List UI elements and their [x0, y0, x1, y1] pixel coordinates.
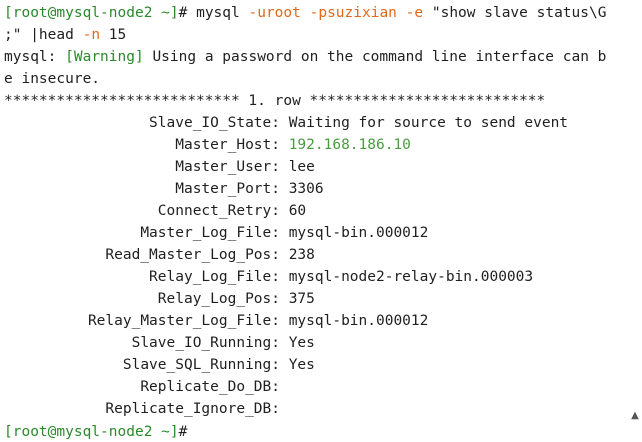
status-row: Connect_Retry: 60 — [4, 200, 628, 222]
terminal-output: [root@mysql-node2 ~]# mysql -uroot -psuz… — [4, 2, 628, 442]
warning-text: Using a password on the command line int… — [152, 49, 607, 65]
status-key: Replicate_Do_DB: — [140, 379, 280, 395]
option-exec: -e — [405, 5, 424, 21]
command-line-wrap: ;" |head -n 15 — [4, 24, 628, 46]
prompt-symbol: # — [178, 424, 188, 440]
prompt-path: ~ — [161, 424, 170, 440]
warning-line-wrap: e insecure. — [4, 68, 628, 90]
final-prompt-line[interactable]: [root@mysql-node2 ~]# — [4, 420, 628, 442]
status-value: 192.168.186.10 — [288, 137, 411, 153]
status-value — [280, 376, 289, 398]
status-key: Slave_IO_State: — [149, 115, 280, 131]
status-row: Replicate_Do_DB: — [4, 376, 628, 398]
status-row: Relay_Master_Log_File: mysql-bin.000012 — [4, 310, 628, 332]
status-value — [280, 398, 289, 420]
status-row: Replicate_Ignore_DB: — [4, 398, 628, 420]
status-key: Relay_Log_File: — [149, 269, 280, 285]
prompt-user: root — [12, 5, 48, 21]
status-row: Relay_Log_Pos: 375 — [4, 288, 628, 310]
status-row: Master_Host: 192.168.186.10 — [4, 134, 628, 156]
status-value: Yes — [288, 357, 315, 373]
status-value: 375 — [288, 291, 315, 307]
prompt-open-bracket: [ — [4, 424, 13, 440]
pipe-command: |head — [30, 27, 74, 43]
warning-prefix: mysql: — [4, 49, 57, 65]
status-key: Master_Port: — [175, 181, 280, 197]
prompt-host: mysql-node2 — [56, 424, 153, 440]
status-row: Master_User: lee — [4, 156, 628, 178]
status-key: Relay_Log_Pos: — [157, 291, 280, 307]
prompt-close-bracket: ] — [169, 5, 179, 21]
head-count-value: 15 — [108, 27, 127, 43]
warning-line: mysql: [Warning] Using a password on the… — [4, 46, 628, 68]
prompt-path: ~ — [161, 5, 170, 21]
terminal-window[interactable]: [root@mysql-node2 ~]# mysql -uroot -psuz… — [0, 0, 642, 441]
command-program: mysql — [196, 5, 240, 21]
prompt-host: mysql-node2 — [56, 5, 153, 21]
warning-tag: [Warning] — [65, 49, 144, 65]
status-value: 3306 — [288, 181, 324, 197]
status-value: Waiting for source to send event — [288, 115, 569, 131]
option-user: -uroot — [248, 5, 301, 21]
status-value: mysql-node2-relay-bin.000003 — [288, 269, 534, 285]
row-header: *************************** 1. row *****… — [4, 93, 546, 109]
status-row: Master_Log_File: mysql-bin.000012 — [4, 222, 628, 244]
status-key: Master_User: — [175, 159, 280, 175]
status-value: mysql-bin.000012 — [288, 225, 429, 241]
status-value: 60 — [288, 203, 307, 219]
status-row: Master_Port: 3306 — [4, 178, 628, 200]
status-key: Slave_SQL_Running: — [122, 357, 280, 373]
warning-text-end: e insecure. — [4, 71, 101, 87]
status-key: Slave_IO_Running: — [131, 335, 280, 351]
status-key: Connect_Retry: — [157, 203, 280, 219]
text-cursor — [187, 420, 195, 436]
status-row: Slave_IO_Running: Yes — [4, 332, 628, 354]
option-password: -psuzixian — [309, 5, 397, 21]
prompt-user: root — [12, 424, 48, 440]
option-head-count: -n — [82, 27, 101, 43]
status-row: Relay_Log_File: mysql-node2-relay-bin.000… — [4, 266, 628, 288]
prompt-open-bracket: [ — [4, 5, 13, 21]
command-line: [root@mysql-node2 ~]# mysql -uroot -psuz… — [4, 2, 628, 24]
status-key: Master_Log_File: — [140, 225, 280, 241]
status-row: Slave_SQL_Running: Yes — [4, 354, 628, 376]
status-key: Replicate_Ignore_DB: — [105, 401, 280, 417]
status-value: mysql-bin.000012 — [288, 313, 429, 329]
status-key: Read_Master_Log_Pos: — [105, 247, 280, 263]
scroll-down-arrow-icon[interactable]: ▲ — [630, 411, 640, 421]
status-value: lee — [288, 159, 315, 175]
status-value: Yes — [288, 335, 315, 351]
query-text: "show slave status\G — [431, 5, 607, 21]
status-key: Relay_Master_Log_File: — [87, 313, 280, 329]
query-text-end: ;" — [4, 27, 22, 43]
status-value: 238 — [288, 247, 315, 263]
prompt-close-bracket: ] — [169, 424, 179, 440]
status-row: Slave_IO_State: Waiting for source to sen… — [4, 112, 628, 134]
status-row: Read_Master_Log_Pos: 238 — [4, 244, 628, 266]
status-key: Master_Host: — [175, 137, 280, 153]
status-list: Slave_IO_State: Waiting for source to sen… — [4, 112, 628, 420]
